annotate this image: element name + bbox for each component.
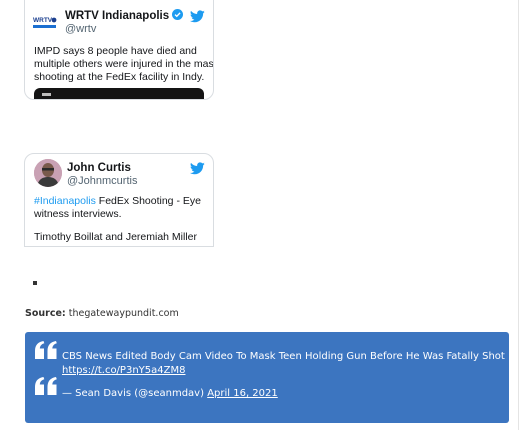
- source-value: thegatewaypundit.com: [68, 308, 179, 319]
- blockquote-box: CBS News Edited Body Cam Video To Mask T…: [25, 332, 509, 423]
- twitter-bird-icon[interactable]: [190, 10, 205, 23]
- user-avatar[interactable]: [34, 159, 62, 187]
- tweet-author-name[interactable]: John Curtis: [67, 162, 131, 174]
- list-bullet: [33, 281, 37, 285]
- wrtv-logo-avatar[interactable]: WRTV: [32, 9, 58, 35]
- tweet-text: IMPD says 8 people have died and multipl…: [34, 45, 214, 83]
- page-right-divider: [518, 0, 519, 430]
- tweet-embed-wrtv[interactable]: WRTV WRTV Indianapolis @wrtv IMPD says 8…: [24, 0, 214, 100]
- tweet-header: WRTV WRTV Indianapolis @wrtv: [25, 0, 213, 35]
- quote-text: CBS News Edited Body Cam Video To Mask T…: [62, 351, 505, 362]
- tweet-media-thumbnail[interactable]: [34, 88, 204, 99]
- tweet-embed-john-curtis[interactable]: John Curtis @Johnmcurtis #Indianapolis F…: [24, 153, 214, 247]
- quote-date-link[interactable]: April 16, 2021: [207, 388, 278, 399]
- quote-mark-icon: [35, 341, 57, 359]
- media-overlay-mark: [42, 93, 51, 96]
- svg-text:WRTV: WRTV: [33, 17, 53, 24]
- source-line: Source: thegatewaypundit.com: [25, 308, 179, 319]
- hashtag-link[interactable]: #Indianapolis: [34, 195, 96, 207]
- verified-badge-icon: [172, 9, 184, 20]
- quote-link[interactable]: https://t.co/P3nY5a4ZM8: [62, 365, 185, 376]
- tweet-author-name[interactable]: WRTV Indianapolis: [65, 9, 184, 22]
- quote-attribution: — Sean Davis (@seanmdav) April 16, 2021: [62, 388, 278, 399]
- source-label: Source:: [25, 308, 66, 319]
- twitter-bird-icon[interactable]: [190, 162, 205, 175]
- tweet-author-handle[interactable]: @wrtv: [65, 23, 96, 35]
- tweet-author-handle[interactable]: @Johnmcurtis: [67, 175, 137, 187]
- tweet-text: #Indianapolis FedEx Shooting - Eye witne…: [34, 195, 201, 243]
- quote-mark-icon: [35, 377, 57, 395]
- tweet-header: John Curtis @Johnmcurtis: [25, 154, 213, 190]
